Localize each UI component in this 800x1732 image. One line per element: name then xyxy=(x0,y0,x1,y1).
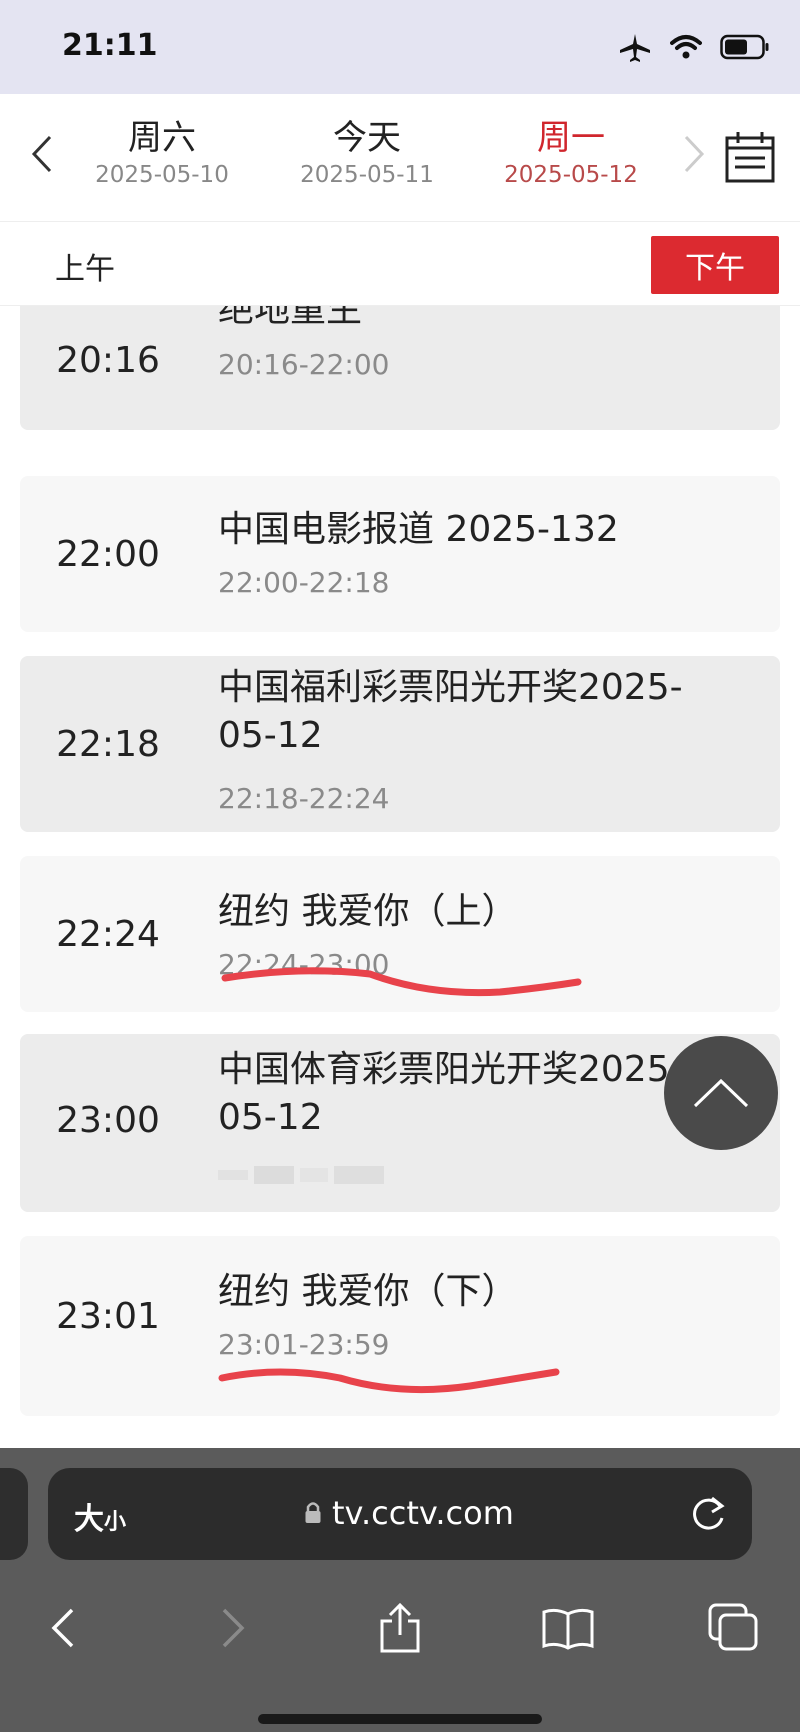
program-title: 中国电影报道 2025-132 xyxy=(218,509,619,550)
pm-tab[interactable]: 下午 xyxy=(651,236,779,294)
url-display[interactable]: tv.cctv.com xyxy=(304,1494,514,1532)
blurred-text-placeholder xyxy=(218,1166,384,1184)
program-title-line: 中国体育彩票阳光开奖2025- xyxy=(218,1049,683,1090)
program-range: 23:01-23:59 xyxy=(218,1328,390,1361)
url-text: tv.cctv.com xyxy=(332,1494,514,1532)
share-icon[interactable] xyxy=(370,1598,430,1658)
chevron-up-icon xyxy=(693,1078,749,1108)
status-time: 21:11 xyxy=(62,28,158,63)
program-range: 22:00-22:18 xyxy=(218,566,390,599)
program-title: 纽约 我爱你（下） xyxy=(218,1271,518,1312)
reload-icon[interactable] xyxy=(688,1492,728,1534)
calendar-icon[interactable] xyxy=(724,130,776,188)
forward-icon[interactable] xyxy=(204,1598,264,1658)
home-indicator xyxy=(258,1714,542,1724)
program-range: 20:16-22:00 xyxy=(218,348,390,381)
chevron-left-icon[interactable] xyxy=(22,134,62,174)
wifi-icon xyxy=(670,35,702,59)
program-item[interactable]: 22:00 中国电影报道 2025-132 22:00-22:18 xyxy=(20,476,780,632)
program-item[interactable]: 22:24 纽约 我爱你（上） 22:24-23:00 xyxy=(20,856,780,1012)
program-item[interactable]: 20:16 绝地重生 20:16-22:00 xyxy=(20,306,780,430)
lock-icon xyxy=(305,1502,321,1523)
program-title: 中国福利彩票阳光开奖2025- 05-12 xyxy=(218,664,758,760)
scroll-to-top-button[interactable] xyxy=(664,1036,778,1150)
program-title-line: 05-12 xyxy=(218,1097,323,1138)
address-bar[interactable]: 大小 tv.cctv.com xyxy=(48,1468,752,1560)
program-time: 23:00 xyxy=(56,1100,160,1141)
battery-icon xyxy=(720,34,769,60)
previous-tab-preview[interactable] xyxy=(0,1468,28,1560)
day-date: 2025-05-10 xyxy=(95,162,229,188)
program-title: 绝地重生 xyxy=(218,306,363,330)
program-item[interactable]: 22:18 中国福利彩票阳光开奖2025- 05-12 22:18-22:24 xyxy=(20,656,780,832)
back-icon[interactable] xyxy=(32,1598,92,1658)
day-name: 周六 xyxy=(128,118,196,158)
day-tab-today[interactable]: 今天 2025-05-11 xyxy=(282,118,452,188)
program-time: 20:16 xyxy=(56,340,160,381)
text-size-small: 小 xyxy=(104,1510,127,1535)
program-title-line: 中国福利彩票阳光开奖2025- xyxy=(218,667,683,708)
tabs-icon[interactable] xyxy=(704,1598,764,1658)
program-time: 22:24 xyxy=(56,914,160,955)
program-time: 23:01 xyxy=(56,1296,160,1337)
airplane-icon xyxy=(620,34,650,62)
program-range: 22:24-23:00 xyxy=(218,948,390,981)
day-name: 今天 xyxy=(333,118,401,158)
program-item[interactable]: 23:01 纽约 我爱你（下） 23:01-23:59 xyxy=(20,1236,780,1416)
program-title: 纽约 我爱你（上） xyxy=(218,891,518,932)
day-date: 2025-05-12 xyxy=(504,162,638,188)
day-name: 周一 xyxy=(537,118,605,158)
text-size-button[interactable]: 大小 xyxy=(74,1494,126,1538)
browser-chrome: 大小 tv.cctv.com xyxy=(0,1448,800,1732)
program-time: 22:00 xyxy=(56,534,160,575)
status-bar: 21:11 xyxy=(0,0,800,94)
status-icons xyxy=(618,32,770,62)
text-size-big: 大 xyxy=(74,1502,104,1537)
program-list[interactable]: 20:16 绝地重生 20:16-22:00 22:00 中国电影报道 2025… xyxy=(0,306,800,1448)
chevron-right-icon[interactable] xyxy=(674,134,714,174)
bookmarks-icon[interactable] xyxy=(538,1598,598,1658)
day-date: 2025-05-11 xyxy=(300,162,434,188)
day-tab-monday[interactable]: 周一 2025-05-12 xyxy=(486,118,656,188)
date-navigation: 周六 2025-05-10 今天 2025-05-11 周一 2025-05-1… xyxy=(0,94,800,222)
program-time: 22:18 xyxy=(56,724,160,765)
period-switcher: 上午 下午 xyxy=(0,222,800,306)
program-item[interactable]: 23:00 中国体育彩票阳光开奖2025- 05-12 xyxy=(20,1034,780,1212)
day-tab-saturday[interactable]: 周六 2025-05-10 xyxy=(77,118,247,188)
am-tab[interactable]: 上午 xyxy=(55,244,115,288)
browser-toolbar xyxy=(0,1586,800,1666)
program-range: 22:18-22:24 xyxy=(218,782,390,815)
program-title-line: 05-12 xyxy=(218,715,323,756)
